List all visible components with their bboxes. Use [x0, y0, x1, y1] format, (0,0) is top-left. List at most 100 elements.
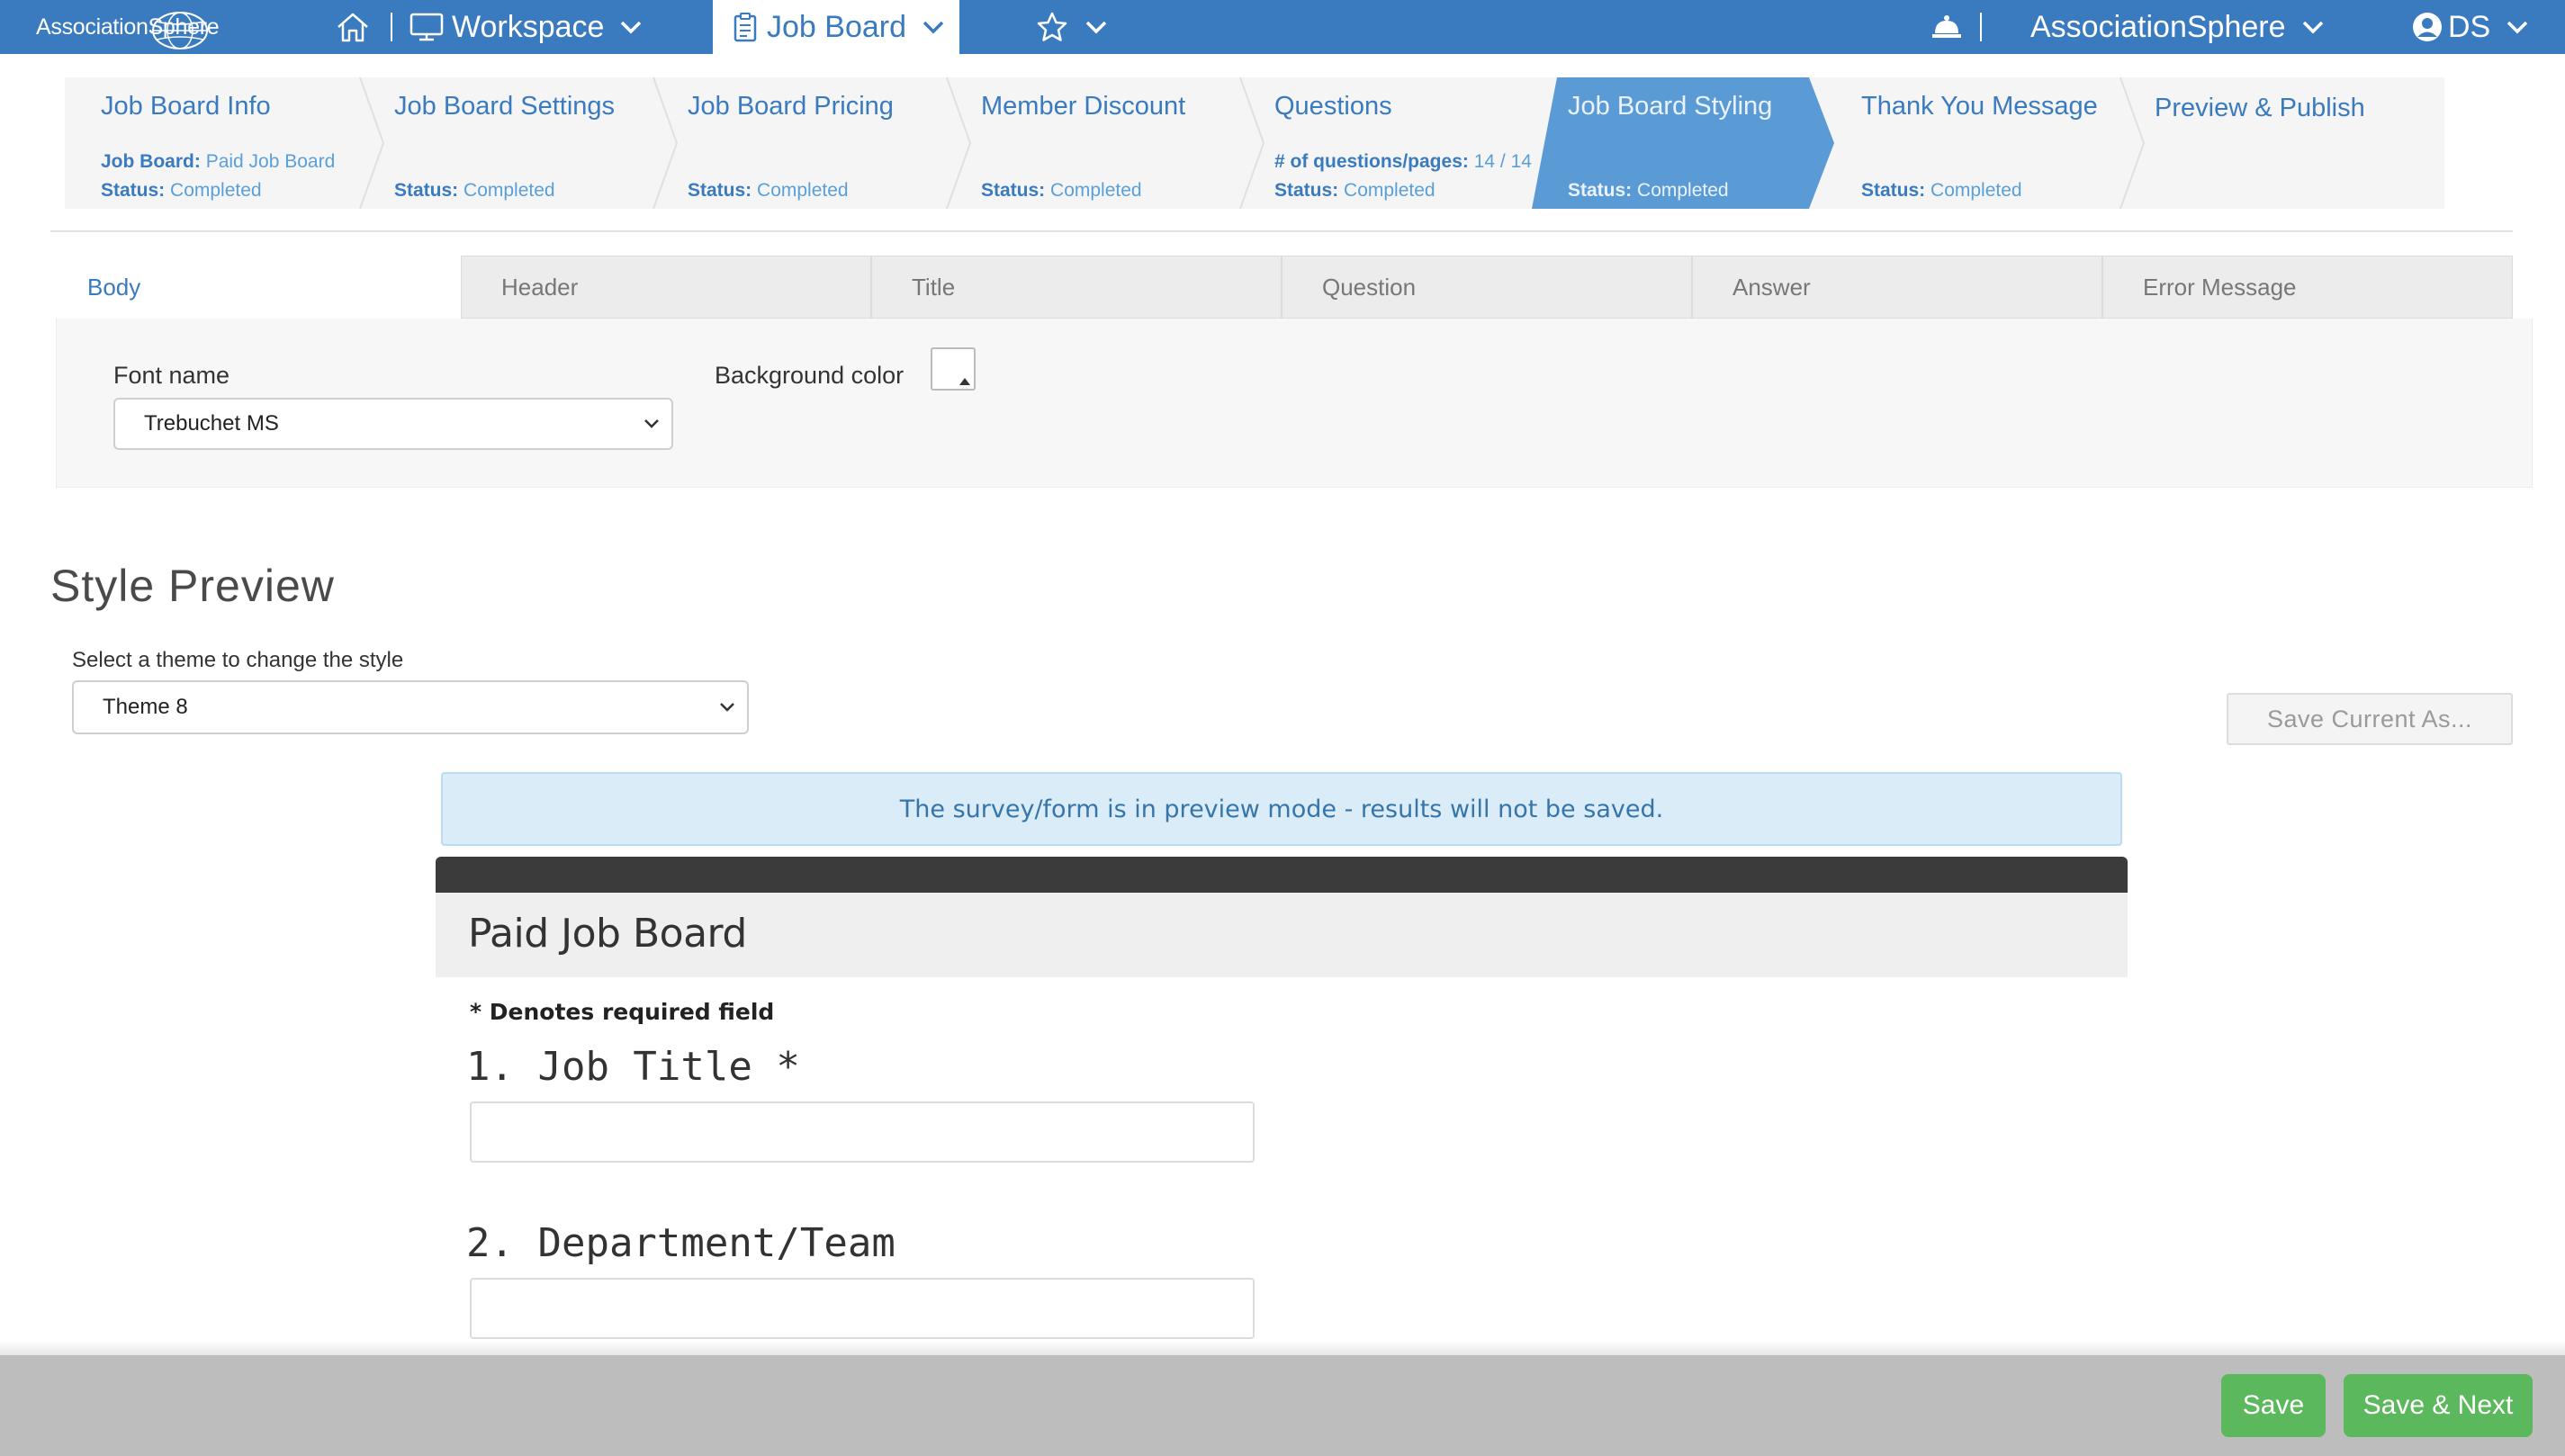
step-status-label: Status: — [981, 180, 1046, 201]
chevron-down-icon — [720, 703, 734, 712]
save-button[interactable]: Save — [2221, 1374, 2326, 1437]
job-title-input[interactable] — [470, 1101, 1255, 1163]
tab-answer[interactable]: Answer — [1692, 256, 2102, 319]
step-status-label: Status: — [1861, 180, 1926, 201]
nav-divider — [1980, 13, 1982, 41]
step-title: Member Discount — [981, 92, 1186, 121]
background-color-label: Background color — [715, 362, 904, 389]
service-bell-button[interactable] — [1930, 0, 1964, 54]
organization-menu[interactable]: AssociationSphere — [2030, 0, 2326, 54]
tab-error-message[interactable]: Error Message — [2102, 256, 2513, 319]
step-title: Job Board Styling — [1568, 92, 1773, 121]
user-avatar-icon — [2413, 13, 2442, 41]
font-name-label: Font name — [113, 362, 230, 389]
step-meta-value: Paid Job Board — [205, 151, 336, 172]
save-current-as-button[interactable]: Save Current As... — [2227, 693, 2513, 745]
step-job-board-info[interactable]: Job Board Info Job Board: Paid Job Board… — [65, 77, 358, 209]
tab-question[interactable]: Question — [1282, 256, 1692, 319]
step-divider — [2120, 77, 2146, 209]
home-button[interactable] — [335, 0, 371, 54]
font-name-select[interactable]: Trebuchet MS — [113, 398, 673, 450]
section-divider — [50, 230, 2513, 232]
step-preview-publish[interactable]: Preview & Publish — [2119, 77, 2444, 209]
step-status-label: Status: — [394, 180, 459, 201]
theme-select-label: Select a theme to change the style — [72, 648, 404, 672]
question-title: 1. Job Title * — [466, 1044, 800, 1090]
step-divider — [1239, 77, 1265, 209]
clipboard-icon — [734, 13, 757, 42]
step-job-board-styling[interactable]: Job Board Styling Status: Completed — [1532, 77, 1825, 209]
step-divider — [359, 77, 385, 209]
nav-divider — [391, 13, 392, 41]
form-title-bar: Paid Job Board — [436, 893, 2128, 977]
chevron-down-icon — [2506, 21, 2528, 34]
globe-icon — [152, 12, 208, 49]
step-member-discount[interactable]: Member Discount Status: Completed — [945, 77, 1238, 209]
form-title: Paid Job Board — [468, 911, 747, 957]
step-meta-label: # of questions/pages: — [1274, 151, 1469, 172]
bottom-bar-shadow — [0, 1341, 2565, 1355]
question-title: 2. Department/Team — [466, 1220, 896, 1266]
step-title: Thank You Message — [1861, 92, 2098, 121]
bell-icon — [1932, 15, 1961, 38]
step-status-value: Completed — [464, 180, 555, 201]
tab-title[interactable]: Title — [871, 256, 1282, 319]
theme-select[interactable]: Theme 8 — [72, 680, 749, 734]
chevron-down-icon — [1085, 21, 1107, 34]
app-logo[interactable]: AssociationSphere — [36, 5, 220, 49]
chevron-down-icon — [922, 21, 944, 34]
chevron-down-icon — [621, 21, 642, 34]
step-thank-you-message[interactable]: Thank You Message Status: Completed — [1825, 77, 2119, 209]
user-menu[interactable]: DS — [2412, 0, 2530, 54]
step-job-board-pricing[interactable]: Job Board Pricing Status: Completed — [652, 77, 945, 209]
step-status-value: Completed — [1637, 180, 1729, 201]
step-status-label: Status: — [1568, 180, 1633, 201]
form-header-strip — [436, 857, 2128, 893]
required-field-note: * Denotes required field — [470, 999, 775, 1025]
star-icon — [1037, 12, 1067, 41]
step-job-board-settings[interactable]: Job Board Settings Status: Completed — [358, 77, 652, 209]
style-preview-heading: Style Preview — [50, 561, 335, 611]
font-name-value: Trebuchet MS — [144, 411, 279, 436]
step-meta-value: 14 / 14 — [1473, 151, 1532, 172]
step-status-label: Status: — [688, 180, 752, 201]
step-title: Preview & Publish — [2155, 94, 2365, 122]
workspace-label: Workspace — [452, 9, 605, 44]
background-color-picker[interactable] — [931, 347, 976, 391]
step-divider — [946, 77, 972, 209]
step-meta-label: Job Board: — [101, 151, 201, 172]
user-initials: DS — [2448, 9, 2491, 44]
step-status-label: Status: — [1274, 180, 1339, 201]
organization-label: AssociationSphere — [2030, 9, 2286, 44]
step-title: Questions — [1274, 92, 1392, 121]
preview-mode-alert: The survey/form is in preview mode - res… — [441, 772, 2122, 846]
bottom-action-bar: Save Save & Next — [0, 1355, 2565, 1456]
department-team-input[interactable] — [470, 1278, 1255, 1339]
style-tabs: Body Header Title Question Answer Error … — [50, 256, 2513, 319]
step-status-value: Completed — [757, 180, 849, 201]
favorites-menu[interactable] — [1035, 0, 1109, 54]
monitor-icon — [410, 13, 444, 41]
step-divider — [652, 77, 679, 209]
home-icon — [338, 13, 368, 42]
job-board-label: Job Board — [767, 9, 906, 44]
step-status-value: Completed — [1930, 180, 2022, 201]
tab-body[interactable]: Body — [50, 256, 461, 319]
tab-header[interactable]: Header — [461, 256, 871, 319]
step-status-label: Status: — [101, 180, 166, 201]
step-title: Job Board Info — [101, 92, 271, 121]
picker-caret-icon — [959, 378, 970, 385]
top-nav-bar: AssociationSphere Workspace Job Board As… — [0, 0, 2565, 54]
workspace-menu[interactable]: Workspace — [409, 0, 644, 54]
step-status-value: Completed — [170, 180, 262, 201]
save-and-next-button[interactable]: Save & Next — [2344, 1374, 2533, 1437]
step-title: Job Board Settings — [394, 92, 616, 121]
job-board-menu[interactable]: Job Board — [713, 0, 959, 54]
wizard-steps: Job Board Info Job Board: Paid Job Board… — [65, 77, 2444, 209]
step-status-value: Completed — [1344, 180, 1436, 201]
step-questions[interactable]: Questions # of questions/pages: 14 / 14 … — [1238, 77, 1532, 209]
step-status-value: Completed — [1050, 180, 1142, 201]
step-title: Job Board Pricing — [688, 92, 894, 121]
chevron-down-icon — [644, 419, 659, 428]
theme-select-value: Theme 8 — [103, 695, 188, 719]
